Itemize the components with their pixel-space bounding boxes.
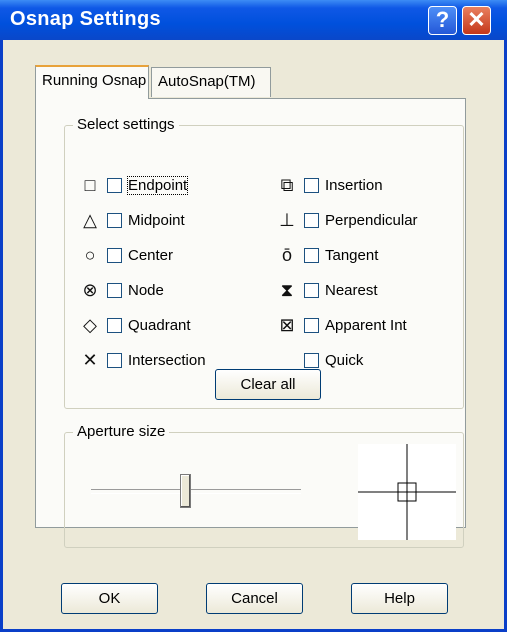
node-checkbox[interactable]	[107, 282, 122, 298]
snap-option-apparent-int[interactable]: ⊠ Apparent Int	[276, 313, 407, 337]
apparent-int-label: Apparent Int	[325, 316, 407, 334]
apparent-int-icon: ⊠	[279, 314, 295, 335]
snap-option-intersection[interactable]: ✕ Intersection	[79, 348, 206, 372]
midpoint-checkbox[interactable]	[107, 212, 122, 228]
nearest-checkbox[interactable]	[304, 282, 319, 298]
snap-option-insertion[interactable]: ⧉ Insertion	[276, 173, 383, 197]
aperture-size-label: Aperture size	[73, 423, 170, 440]
intersection-label: Intersection	[128, 351, 206, 369]
snap-option-endpoint[interactable]: □ Endpoint	[79, 173, 189, 197]
cancel-button[interactable]: Cancel	[206, 583, 303, 614]
aperture-slider-thumb[interactable]	[180, 474, 191, 508]
aperture-crosshair-icon	[358, 444, 456, 540]
ok-button[interactable]: OK	[61, 583, 158, 614]
quadrant-checkbox[interactable]	[107, 317, 122, 333]
insertion-icon: ⧉	[280, 174, 294, 195]
insertion-checkbox[interactable]	[304, 177, 319, 193]
apparent-int-checkbox[interactable]	[304, 317, 319, 333]
endpoint-label: Endpoint	[126, 175, 189, 195]
center-label: Center	[128, 246, 174, 264]
snap-option-node[interactable]: ⊗ Node	[79, 278, 164, 302]
nearest-label: Nearest	[325, 281, 378, 299]
center-checkbox[interactable]	[107, 247, 122, 263]
endpoint-icon: □	[84, 174, 96, 195]
quick-blank-icon	[276, 349, 298, 371]
help-title-button[interactable]: ?	[428, 6, 457, 35]
quadrant-label: Quadrant	[128, 316, 191, 334]
snap-option-perpendicular[interactable]: ⊥ Perpendicular	[276, 208, 418, 232]
snap-option-center[interactable]: ○ Center	[79, 243, 173, 267]
snap-option-tangent[interactable]: ō Tangent	[276, 243, 378, 267]
close-button[interactable]: ✕	[462, 6, 491, 35]
midpoint-icon: △	[83, 209, 97, 230]
aperture-slider-track[interactable]	[91, 489, 301, 494]
tangent-checkbox[interactable]	[304, 247, 319, 263]
title-bar[interactable]: Osnap Settings ? ✕	[0, 0, 507, 40]
snap-option-nearest[interactable]: ⧗ Nearest	[276, 278, 378, 302]
perpendicular-icon: ⊥	[279, 209, 295, 230]
tangent-label: Tangent	[325, 246, 379, 264]
tab-running-osnap[interactable]: Running Osnap	[35, 65, 149, 99]
endpoint-checkbox[interactable]	[107, 177, 122, 193]
perpendicular-label: Perpendicular	[325, 211, 418, 229]
node-icon: ⊗	[82, 279, 98, 300]
midpoint-label: Midpoint	[128, 211, 185, 229]
insertion-label: Insertion	[325, 176, 383, 194]
tab-autosnap[interactable]: AutoSnap(TM)	[151, 67, 271, 97]
snap-option-midpoint[interactable]: △ Midpoint	[79, 208, 185, 232]
node-label: Node	[128, 281, 164, 299]
select-settings-label: Select settings	[73, 116, 179, 133]
intersection-icon: ✕	[82, 349, 98, 370]
tangent-icon: ō	[281, 244, 292, 265]
quick-label: Quick	[325, 351, 364, 369]
help-button[interactable]: Help	[351, 583, 448, 614]
osnap-settings-dialog: Osnap Settings ? ✕ Running Osnap AutoSna…	[0, 0, 507, 632]
perpendicular-checkbox[interactable]	[304, 212, 319, 228]
quick-checkbox[interactable]	[304, 352, 319, 368]
window-title: Osnap Settings	[10, 8, 161, 30]
nearest-icon: ⧗	[280, 279, 294, 300]
clear-all-button[interactable]: Clear all	[215, 369, 321, 400]
aperture-preview	[358, 444, 456, 540]
snap-option-quadrant[interactable]: ◇ Quadrant	[79, 313, 191, 337]
quadrant-icon: ◇	[83, 314, 97, 335]
center-icon: ○	[84, 244, 96, 265]
intersection-checkbox[interactable]	[107, 352, 122, 368]
